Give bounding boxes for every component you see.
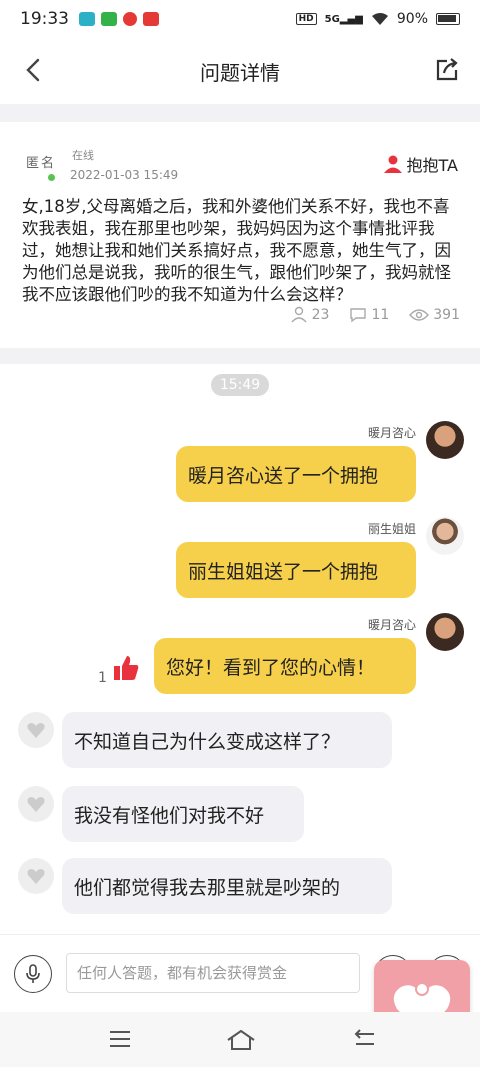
system-navigation-bar [0,1012,480,1067]
comment-icon [350,308,367,323]
battery-icon [436,13,460,25]
back-nav-icon[interactable] [352,1028,376,1050]
person-icon [383,155,402,173]
view-count-stat: 391 [409,307,460,323]
battery-percent: 90% [396,11,428,27]
user-avatar[interactable] [18,712,54,748]
message-bubble: 他们都觉得我去那里就是吵架的 [62,858,392,914]
status-time: 19:33 [20,9,69,29]
question-card: 匿名 在线 2022-01-03 15:49 抱抱TA 女,18岁,父母离婚之后… [0,122,480,348]
sender-name: 暖月咨心 [367,618,416,632]
message-bubble: 暖月咨心送了一个拥抱 [176,446,416,502]
heart-icon [27,869,45,884]
status-indicators: HD 5G▂▄▆ 90% [295,11,460,27]
comment-count-stat: 11 [349,306,389,324]
microphone-icon [26,964,40,983]
nav-bar: 问题详情 [0,38,480,104]
share-icon[interactable] [434,57,460,83]
online-status-label: 在线 [72,149,94,162]
online-status-dot [48,174,55,181]
chat-area[interactable]: 15:49 暖月咨心 暖月咨心送了一个拥抱 丽生姐姐 丽生姐姐送了一个拥抱 暖月… [0,364,480,934]
voice-input-button[interactable] [14,955,52,993]
message-bubble: 丽生姐姐送了一个拥抱 [176,542,416,598]
hug-count-icon [291,306,307,323]
counselor-avatar[interactable] [426,613,464,651]
user-avatar[interactable] [18,858,54,894]
sender-name: 丽生姐姐 [367,522,416,536]
hug-count-stat: 23 [290,306,329,324]
status-app-icons [79,12,159,26]
message-bubble: 您好！看到了您的心情！ [154,638,416,694]
home-icon[interactable] [226,1028,256,1052]
thumbs-up-icon[interactable] [112,654,140,682]
answer-input[interactable] [66,953,360,993]
question-text: 女,18岁,父母离婚之后，我和外婆他们关系不好，我也不喜欢我表姐，我在那里也吵架… [22,197,451,304]
counselor-avatar[interactable] [426,421,464,459]
anonymous-avatar: 匿名 [26,156,57,171]
like-count: 1 [98,670,107,686]
heart-icon [27,723,45,738]
hd-icon: HD [295,13,317,25]
signal-icon: 5G▂▄▆ [324,13,363,25]
back-arrow-icon[interactable] [20,56,48,84]
counselor-avatar[interactable] [426,517,464,555]
chat-time-divider: 15:49 [211,374,269,396]
wifi-icon [371,13,388,25]
app-notification-icon [123,12,137,26]
menu-icon[interactable] [108,1028,132,1050]
question-stats: 23 11 391 [290,306,460,324]
hug-button-label: 抱抱TA [406,156,458,175]
app-notification-icon [79,12,95,26]
message-bubble: 不知道自己为什么变成这样了？ [62,712,392,768]
heart-icon [27,797,45,812]
status-bar: 19:33 HD 5G▂▄▆ 90% [0,0,480,38]
hug-button[interactable]: 抱抱TA [383,152,458,176]
app-notification-icon [143,12,159,26]
user-avatar[interactable] [18,786,54,822]
sender-name: 暖月咨心 [367,426,416,440]
app-notification-icon [101,12,117,26]
eye-icon [409,309,430,321]
page-title: 问题详情 [200,60,280,85]
question-date: 2022-01-03 15:49 [70,168,179,182]
message-bubble: 我没有怪他们对我不好 [62,786,304,842]
